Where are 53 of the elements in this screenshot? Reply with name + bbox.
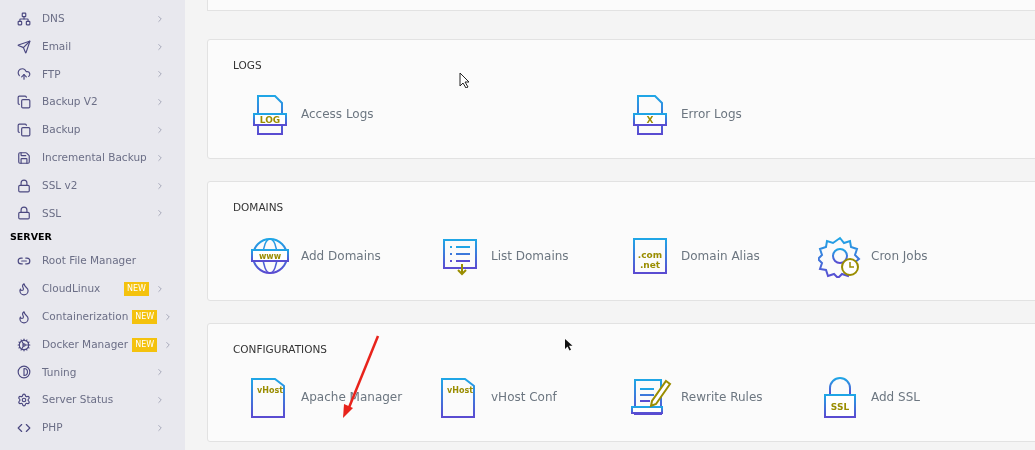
tool-link[interactable]: Cron Jobs xyxy=(803,233,993,278)
sidebar-item[interactable]: Email xyxy=(0,32,185,61)
sidebar-item[interactable]: Containerization NEW xyxy=(0,302,185,331)
sidebar-item[interactable]: Tuning xyxy=(0,358,185,387)
cursor-icon xyxy=(459,72,470,88)
cloud-upload-icon xyxy=(17,67,31,82)
new-badge: NEW xyxy=(132,309,158,324)
contrast-icon xyxy=(17,365,31,380)
copy-icon xyxy=(17,123,31,138)
sidebar-item[interactable]: Docker Manager NEW xyxy=(0,330,185,359)
settings-icon xyxy=(17,393,31,408)
sidebar-item[interactable]: Server Status xyxy=(0,386,185,415)
chevron-icon xyxy=(155,97,165,108)
tool-link[interactable]: www Add Domains xyxy=(233,233,423,278)
lock-icon xyxy=(17,178,31,193)
copy-icon xyxy=(17,95,31,110)
sidebar-item[interactable]: DNS xyxy=(0,5,185,33)
section-title: CONFIGURATIONS xyxy=(233,341,327,357)
chevron-icon xyxy=(155,13,165,24)
tool-link[interactable]: X Error Logs xyxy=(613,91,993,136)
new-badge: NEW xyxy=(132,337,158,352)
tool-link[interactable]: SSL Add SSL xyxy=(803,375,993,420)
chevron-icon xyxy=(155,69,165,80)
sidebar-item[interactable]: Backup V2 xyxy=(0,88,185,117)
tool-link[interactable]: LOG Access Logs xyxy=(233,91,613,136)
section-title: DOMAINS xyxy=(233,199,284,215)
cursor-icon xyxy=(564,338,573,351)
tool-link[interactable]: .com .net Domain Alias xyxy=(613,233,803,278)
sidebar-heading: SERVER xyxy=(9,230,53,245)
chevron-icon xyxy=(155,125,165,136)
paper-plane-icon xyxy=(17,39,31,54)
tool-link[interactable]: vHost vHost Conf xyxy=(423,375,613,420)
section-title: LOGS xyxy=(233,58,262,73)
chevron-icon xyxy=(155,180,165,191)
tool-link[interactable]: List Domains xyxy=(423,233,613,278)
new-badge: NEW xyxy=(124,282,149,297)
flame-icon xyxy=(17,309,31,324)
sidebar-item[interactable]: Root File Manager xyxy=(0,247,185,276)
sidebar-item[interactable]: SSL xyxy=(0,199,185,228)
sidebar-item[interactable]: Backup xyxy=(0,116,185,144)
sidebar-item[interactable]: Incremental Backup xyxy=(0,144,185,172)
lock-icon xyxy=(17,206,31,221)
tool-link[interactable]: Rewrite Rules xyxy=(613,375,803,420)
flame-icon xyxy=(17,282,31,297)
sidebar-item[interactable]: FTP xyxy=(0,60,185,89)
chevron-icon xyxy=(155,152,165,163)
chevron-icon xyxy=(155,208,165,219)
sidebar-item[interactable]: PHP xyxy=(0,414,185,442)
sidebar-item[interactable]: SSL v2 xyxy=(0,171,185,200)
network-icon xyxy=(17,11,31,26)
sidebar-item[interactable]: CloudLinux NEW xyxy=(0,275,185,303)
chevron-icon xyxy=(155,41,165,52)
gears-icon xyxy=(17,337,31,352)
